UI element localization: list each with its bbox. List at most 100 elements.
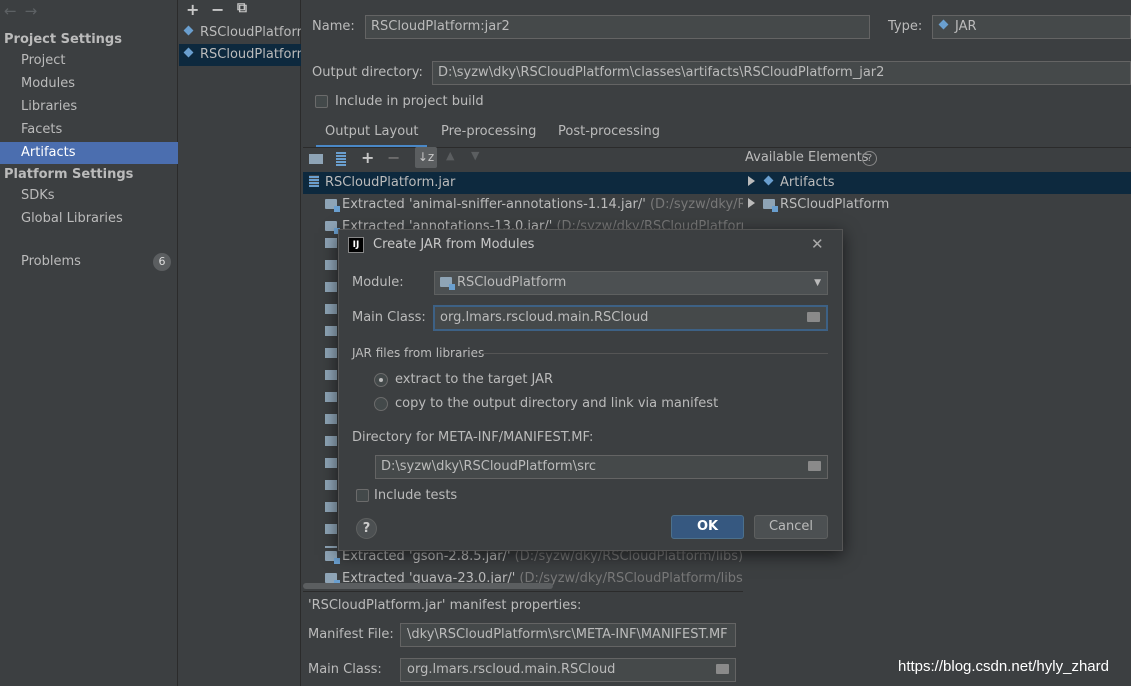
manifest-main-class-input[interactable]: org.lmars.rscloud.main.RSCloud [400, 658, 736, 682]
artifacts-icon [763, 175, 775, 187]
horizontal-scrollbar[interactable] [303, 583, 553, 589]
include-in-build-label: Include in project build [335, 94, 484, 109]
back-arrow-icon[interactable]: ← [4, 2, 25, 20]
jar-files-header: JAR files from libraries [352, 346, 485, 360]
type-select[interactable]: JAR [932, 15, 1131, 39]
tab-post-processing[interactable]: Post-processing [558, 122, 660, 148]
chevron-down-icon[interactable]: ▼ [814, 272, 821, 294]
directory-label: Directory for META-INF/MANIFEST.MF: [352, 430, 594, 445]
cancel-button[interactable]: Cancel [754, 515, 828, 539]
extracted-folder-icon [325, 551, 340, 564]
type-label: Type: [888, 19, 923, 34]
main-class-label: Main Class: [352, 310, 426, 325]
tree-row-name: Extracted 'gson-2.8.5.jar/' [342, 549, 511, 564]
available-item-label: Artifacts [780, 175, 835, 190]
section-divider [481, 353, 828, 354]
move-down-icon[interactable]: ▼ [471, 149, 479, 162]
new-directory-icon[interactable] [309, 154, 323, 164]
jar-type-icon [938, 19, 950, 31]
nav-item-global-libraries[interactable]: Global Libraries [0, 208, 178, 230]
nav-item-facets[interactable]: Facets [0, 119, 178, 141]
available-item-artifacts[interactable]: Artifacts [743, 172, 1131, 194]
project-settings-header: Project Settings [4, 32, 122, 47]
remove-element-icon[interactable]: − [387, 148, 400, 167]
tree-root-row[interactable]: RSCloudPlatform.jar [303, 172, 743, 194]
artifact-item[interactable]: RSCloudPlatform:jar [179, 22, 301, 44]
browse-folder-icon[interactable] [807, 312, 820, 322]
divider [303, 591, 743, 592]
tree-row[interactable]: Extracted 'animal-sniffer-annotations-1.… [303, 194, 743, 216]
nav-item-artifacts[interactable]: Artifacts [0, 142, 178, 164]
include-tests-label: Include tests [374, 488, 458, 503]
close-icon[interactable]: ✕ [811, 235, 824, 253]
dialog-title: Create JAR from Modules [373, 237, 535, 252]
ok-button[interactable]: OK [671, 515, 744, 539]
help-icon[interactable]: ? [356, 518, 377, 539]
archive-icon[interactable] [336, 152, 346, 166]
artifact-icon [183, 25, 195, 37]
tab-output-layout[interactable]: Output Layout [316, 122, 428, 148]
jar-icon [309, 175, 319, 187]
help-icon[interactable]: ? [862, 151, 877, 166]
remove-artifact-button[interactable]: − [211, 0, 224, 19]
directory-value: D:\syzw\dky\RSCloudPlatform\src [381, 459, 597, 474]
available-item-module[interactable]: RSCloudPlatform [743, 194, 1131, 216]
main-class-value: org.lmars.rscloud.main.RSCloud [440, 310, 649, 325]
output-dir-label: Output directory: [312, 65, 423, 80]
nav-arrows: ←→ [4, 2, 45, 20]
settings-nav: ←→ Project Settings Project Modules Libr… [0, 0, 178, 686]
artifact-list-panel: + − ⧉ RSCloudPlatform:jar RSCloudPlatfor… [179, 0, 301, 686]
extracted-folder-icon [325, 573, 340, 586]
copy-radio[interactable] [374, 397, 388, 411]
platform-settings-header: Platform Settings [4, 167, 134, 182]
available-elements-header: Available Elements [745, 150, 869, 165]
nav-item-sdks[interactable]: SDKs [0, 185, 178, 207]
directory-input[interactable]: D:\syzw\dky\RSCloudPlatform\src [375, 455, 828, 479]
add-element-icon[interactable]: + [361, 148, 374, 167]
sort-icon[interactable]: ↓z [415, 147, 437, 168]
browse-folder-icon[interactable] [808, 461, 821, 471]
create-jar-dialog: IJ Create JAR from Modules ✕ Module: RSC… [338, 229, 843, 551]
extracted-folder-icon [325, 221, 340, 234]
include-tests-checkbox[interactable] [356, 489, 369, 502]
manifest-file-label: Manifest File: [308, 627, 394, 642]
name-label: Name: [312, 19, 355, 34]
manifest-header: 'RSCloudPlatform.jar' manifest propertie… [308, 598, 582, 613]
copy-artifact-button[interactable]: ⧉ [237, 0, 247, 16]
artifact-item-label: RSCloudPlatform:jar [200, 25, 301, 40]
add-artifact-button[interactable]: + [186, 0, 199, 19]
name-input[interactable]: RSCloudPlatform:jar2 [365, 15, 870, 39]
artifact-item-selected[interactable]: RSCloudPlatform:jar2 [179, 44, 301, 66]
watermark: https://blog.csdn.net/hyly_zhard [898, 658, 1109, 675]
tree-row-path: (D:/syzw/dky/RSCloudPlatform/libs) [519, 571, 743, 586]
nav-item-problems[interactable]: Problems 6 [0, 251, 178, 273]
nav-item-modules[interactable]: Modules [0, 73, 178, 95]
copy-option-label: copy to the output directory and link vi… [395, 396, 719, 411]
tree-row-path: (D:/syzw/dky/RSCloudPlatform/libs) [514, 549, 743, 564]
module-select[interactable]: RSCloudPlatform ▼ [434, 271, 828, 295]
manifest-file-input[interactable]: \dky\RSCloudPlatform\src\META-INF\MANIFE… [400, 623, 736, 647]
manifest-main-class-value: org.lmars.rscloud.main.RSCloud [407, 662, 616, 677]
module-label: Module: [352, 275, 404, 290]
module-value: RSCloudPlatform [457, 275, 567, 290]
expand-arrow-icon[interactable] [748, 176, 755, 186]
manifest-main-class-label: Main Class: [308, 662, 382, 677]
type-value: JAR [955, 19, 977, 34]
module-folder-icon [763, 199, 778, 212]
nav-item-project[interactable]: Project [0, 50, 178, 72]
nav-item-libraries[interactable]: Libraries [0, 96, 178, 118]
move-up-icon[interactable]: ▲ [446, 149, 454, 162]
forward-arrow-icon[interactable]: → [25, 2, 46, 20]
expand-arrow-icon[interactable] [748, 198, 755, 208]
tab-pre-processing[interactable]: Pre-processing [441, 122, 536, 148]
main-class-input[interactable]: org.lmars.rscloud.main.RSCloud [433, 305, 828, 331]
extract-radio[interactable] [374, 373, 388, 387]
extracted-folder-icon [325, 199, 340, 212]
artifact-icon [183, 47, 195, 59]
browse-folder-icon[interactable] [716, 664, 729, 674]
problems-count-badge: 6 [153, 253, 171, 271]
problems-label: Problems [21, 254, 81, 269]
include-in-build-checkbox[interactable] [315, 95, 328, 108]
output-dir-input[interactable]: D:\syzw\dky\RSCloudPlatform\classes\arti… [432, 61, 1131, 85]
tree-row-path: (D:/syzw/dky/RSCloudPlatform/libs) [649, 197, 743, 212]
